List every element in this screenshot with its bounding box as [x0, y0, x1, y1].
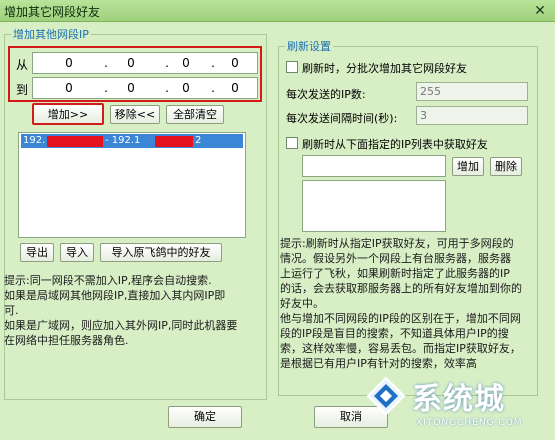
to-label: 到: [16, 83, 29, 97]
from-ip-octet-2[interactable]: 0: [119, 56, 143, 70]
to-ip-octet-3[interactable]: 0: [174, 81, 198, 95]
watermark-emblem-icon: [366, 376, 406, 416]
hint-line: 索，这样效率慢，容易丢包。而指定IP获取好友，: [280, 342, 521, 355]
right-hint-text: 提示:刷新时从指定IP获取好友，可用于多网段的 情况。假设另外一个网段上有台服务…: [280, 236, 542, 371]
from-label: 从: [16, 58, 29, 72]
export-button[interactable]: 导出: [20, 243, 54, 262]
to-ip-input[interactable]: 0 . 0 . 0 . 0: [32, 77, 258, 99]
refresh-ip-list[interactable]: [302, 180, 446, 232]
hint-line: 如果是局域网其他网段IP,直接加入其内网IP即: [4, 289, 226, 302]
ip-range-box: 从 0 . 0 . 0 . 0 到 0 . 0 . 0 . 0: [8, 46, 262, 102]
window-title: 增加其它网段好友: [4, 5, 101, 19]
ip-dot: .: [165, 56, 169, 70]
to-ip-octet-1[interactable]: 0: [57, 81, 81, 95]
close-icon[interactable]: ✕: [531, 2, 549, 20]
left-hint-text: 提示:同一网段不需加入IP,程序会自动搜索. 如果是局域网其他网段IP,直接加入…: [4, 273, 266, 348]
refresh-delete-button[interactable]: 删除: [490, 157, 522, 176]
hint-line: 上运行了飞秋，如果刷新时指定了此服务器的IP: [280, 267, 510, 280]
ips-per-send-input[interactable]: 255: [416, 82, 528, 101]
to-ip-row: 到 0 . 0 . 0 . 0: [14, 77, 258, 99]
list-item-end: 2: [195, 135, 202, 146]
refresh-add-button[interactable]: 增加: [452, 157, 484, 176]
list-item[interactable]: 192. - 192.1 2: [21, 134, 243, 148]
remove-ip-range-button[interactable]: 移除<<: [110, 105, 160, 124]
clear-all-button[interactable]: 全部清空: [166, 105, 224, 124]
hint-line: 可.: [4, 304, 19, 317]
ok-button[interactable]: 确定: [168, 406, 242, 428]
add-ip-range-button[interactable]: 增加>>: [32, 103, 104, 125]
send-interval-input[interactable]: 3: [416, 106, 528, 125]
ip-dot: .: [165, 81, 169, 95]
watermark-url: XITONGCHENG.COM: [416, 418, 523, 428]
ip-dot: .: [104, 56, 108, 70]
ip-list-checkbox[interactable]: [286, 137, 298, 149]
hint-line: 在网络中担任服务器角色.: [4, 334, 129, 347]
batch-add-checkbox[interactable]: [286, 61, 298, 73]
hint-line: 段的IP段是盲目的搜索，不知道具体用户IP的搜: [280, 327, 509, 340]
add-segment-ip-legend: 增加其他网段IP: [13, 28, 89, 41]
batch-add-label: 刷新时，分批次增加其它网段好友: [302, 62, 467, 75]
from-ip-octet-1[interactable]: 0: [57, 56, 81, 70]
ip-list-label: 刷新时从下面指定的IP列表中获取好友: [302, 138, 488, 151]
from-ip-octet-3[interactable]: 0: [174, 56, 198, 70]
hint-line: 提示:同一网段不需加入IP,程序会自动搜索.: [4, 274, 212, 287]
from-ip-octet-4[interactable]: 0: [223, 56, 247, 70]
hint-line: 情况。假设另外一个网段上有台服务器，服务器: [280, 252, 511, 265]
to-ip-octet-2[interactable]: 0: [119, 81, 143, 95]
import-button[interactable]: 导入: [60, 243, 94, 262]
watermark-text: 系统城: [412, 382, 505, 417]
title-bar: 增加其它网段好友 ✕: [0, 0, 555, 22]
hint-line: 的话，会去获取那服务器上的所有好友增加到你的: [280, 282, 522, 295]
watermark-logo: 系统城 XITONGCHENG.COM: [364, 374, 550, 436]
ip-range-list[interactable]: 192. - 192.1 2: [18, 132, 246, 238]
redacted-block: [155, 136, 193, 147]
ip-dot: .: [104, 81, 108, 95]
refresh-ip-input[interactable]: [302, 155, 446, 177]
hint-line: 如果是广域网，则应加入其外网IP,同时此机器要: [4, 319, 238, 332]
list-item-start: 192.: [23, 135, 46, 146]
import-feige-friends-button[interactable]: 导入原飞鸽中的好友: [100, 243, 222, 262]
ip-dot: .: [211, 81, 215, 95]
hint-line: 提示:刷新时从指定IP获取好友，可用于多网段的: [280, 237, 514, 250]
from-ip-row: 从 0 . 0 . 0 . 0: [14, 52, 258, 74]
to-ip-octet-4[interactable]: 0: [223, 81, 247, 95]
refresh-settings-legend: 刷新设置: [287, 40, 331, 53]
hint-line: 他与增加不同网段的IP段的区别在于，增加不同网: [280, 312, 521, 325]
redacted-block: [47, 136, 103, 147]
list-item-mid: - 192.1: [105, 135, 141, 146]
ip-dot: .: [211, 56, 215, 70]
from-ip-input[interactable]: 0 . 0 . 0 . 0: [32, 52, 258, 74]
hint-line: 好友中。: [280, 297, 324, 310]
hint-line: 是根据已有用户IP有针对的搜索，效率高: [280, 357, 477, 370]
ips-per-send-label: 每次发送的IP数:: [286, 88, 366, 101]
send-interval-label: 每次发送间隔时间(秒):: [286, 112, 398, 125]
